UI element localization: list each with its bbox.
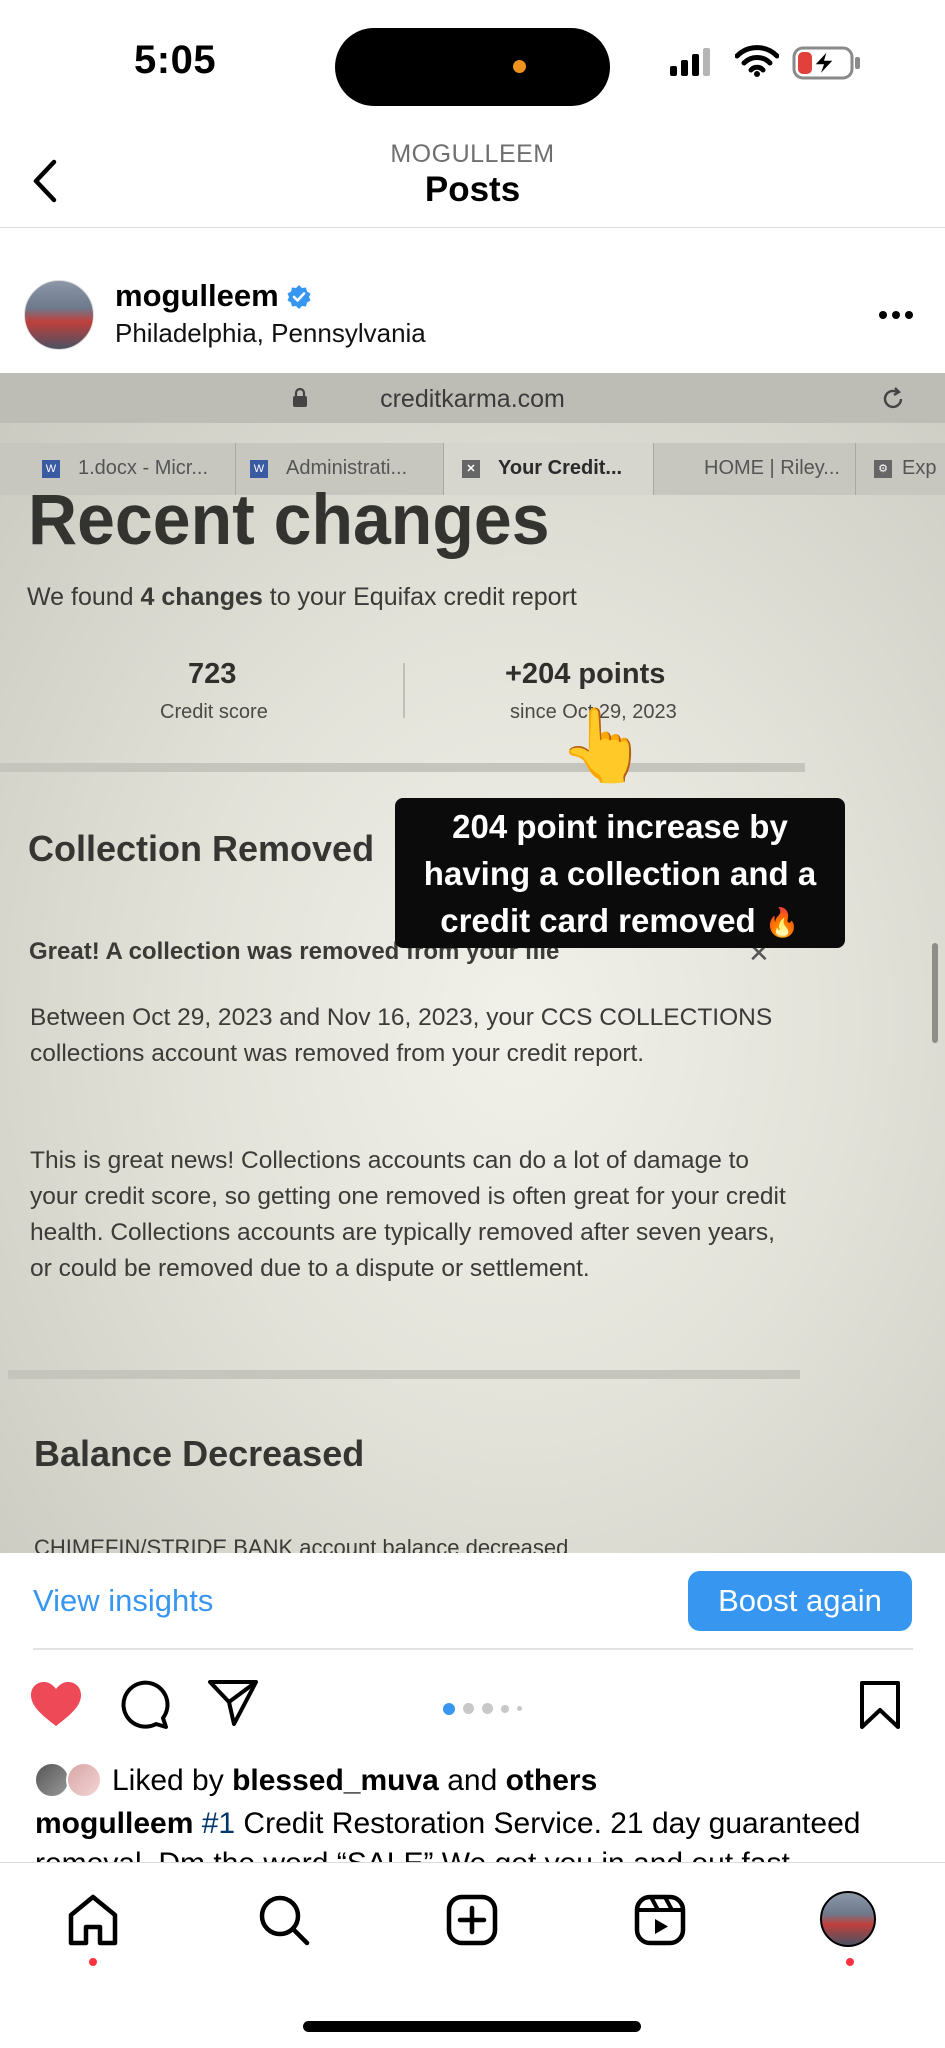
carousel-dot-active xyxy=(443,1702,455,1715)
section-divider xyxy=(0,763,805,772)
word-doc-icon: W xyxy=(250,459,268,478)
post-image[interactable]: creditkarma.com W 1.docx - Micr... W Admin… xyxy=(0,373,945,1553)
caption-username[interactable]: mogulleem xyxy=(35,1807,193,1840)
liked-by-text: Liked by blessed_muva and others xyxy=(112,1764,598,1797)
wifi-icon xyxy=(735,45,779,77)
avatar xyxy=(34,1762,70,1798)
avatar xyxy=(66,1762,102,1798)
profile-tab[interactable] xyxy=(820,1891,876,1947)
collection-removed-detail: Between Oct 29, 2023 and Nov 16, 2023, y… xyxy=(30,1004,773,1067)
browser-url-bar: creditkarma.com xyxy=(0,373,945,423)
overlay-caption: 204 point increase by having a collectio… xyxy=(423,808,817,939)
carousel-dot xyxy=(517,1706,522,1712)
carousel-dot xyxy=(482,1703,493,1715)
points-change-value: +204 points xyxy=(505,658,666,690)
credit-score-label: Credit score xyxy=(160,701,268,723)
insights-row: View insights Boost again xyxy=(0,1553,945,1649)
camera-indicator-dot xyxy=(513,60,526,73)
post-header: mogulleem Philadelphia, Pennsylvania xyxy=(0,228,945,373)
home-icon[interactable] xyxy=(66,1893,120,1947)
changes-summary: We found 4 changes to your Equifax credi… xyxy=(27,583,577,611)
balance-decreased-heading: Balance Decreased xyxy=(34,1433,365,1474)
insights-divider xyxy=(33,1648,913,1650)
search-icon[interactable] xyxy=(257,1893,311,1947)
cellular-signal-icon xyxy=(670,48,710,76)
screen-title: Recent changes xyxy=(28,480,550,560)
status-time: 5:05 xyxy=(134,38,217,82)
browser-tab: HOME | Riley... xyxy=(654,443,856,495)
section-divider xyxy=(8,1370,800,1379)
carousel-dot xyxy=(463,1703,474,1715)
comment-icon[interactable] xyxy=(118,1678,170,1730)
view-insights-link[interactable]: View insights xyxy=(33,1583,213,1619)
credit-score-value: 723 xyxy=(188,658,237,690)
collection-removed-explanation: This is great news! Collections accounts… xyxy=(30,1147,786,1282)
caption-hashtag[interactable]: #1 xyxy=(202,1807,235,1840)
notification-dot xyxy=(846,1958,854,1966)
posts-header: MOGULLEEM Posts xyxy=(0,120,945,228)
word-doc-icon: W xyxy=(42,459,60,478)
stat-divider xyxy=(403,663,405,718)
reels-icon[interactable] xyxy=(633,1893,687,1947)
bottom-navigation xyxy=(0,1862,945,2048)
balance-decreased-detail: CHIMEFIN/STRIDE BANK account balance dec… xyxy=(34,1535,569,1553)
heart-icon[interactable] xyxy=(29,1680,83,1728)
header-account-name: MOGULLEEM xyxy=(390,140,555,168)
post-username[interactable]: mogulleem xyxy=(115,278,279,314)
collection-removed-heading: Collection Removed xyxy=(28,828,375,869)
liked-by-row[interactable]: Liked by blessed_muva and others xyxy=(0,1760,945,1804)
post-action-row xyxy=(0,1660,945,1750)
home-indicator xyxy=(303,2021,641,2032)
carousel-dot xyxy=(501,1704,509,1713)
verified-icon xyxy=(287,285,311,309)
close-tab-icon: ✕ xyxy=(462,459,480,478)
browser-url: creditkarma.com xyxy=(380,385,565,413)
page-scrollbar xyxy=(932,943,938,1043)
post-location[interactable]: Philadelphia, Pennsylvania xyxy=(115,318,426,349)
boost-again-button[interactable]: Boost again xyxy=(688,1571,912,1631)
fire-icon: 🔥 xyxy=(764,907,800,938)
profile-icon[interactable] xyxy=(820,1891,876,1947)
battery-charging-icon xyxy=(792,46,860,80)
more-icon[interactable] xyxy=(878,310,914,320)
dynamic-island xyxy=(335,28,610,106)
avatar[interactable] xyxy=(24,280,94,350)
notification-dot xyxy=(89,1958,97,1966)
header-title: Posts xyxy=(424,170,521,209)
create-icon[interactable] xyxy=(445,1893,499,1947)
pointing-hand-icon: 👆 xyxy=(558,706,648,786)
browser-tab: ⚙ Exp xyxy=(856,443,945,495)
status-bar: 5:05 xyxy=(0,0,945,120)
save-icon[interactable] xyxy=(858,1680,902,1730)
extension-icon: ⚙ xyxy=(874,459,892,478)
reload-icon xyxy=(883,387,903,409)
share-icon[interactable] xyxy=(207,1678,259,1728)
carousel-indicator xyxy=(443,1700,530,1718)
